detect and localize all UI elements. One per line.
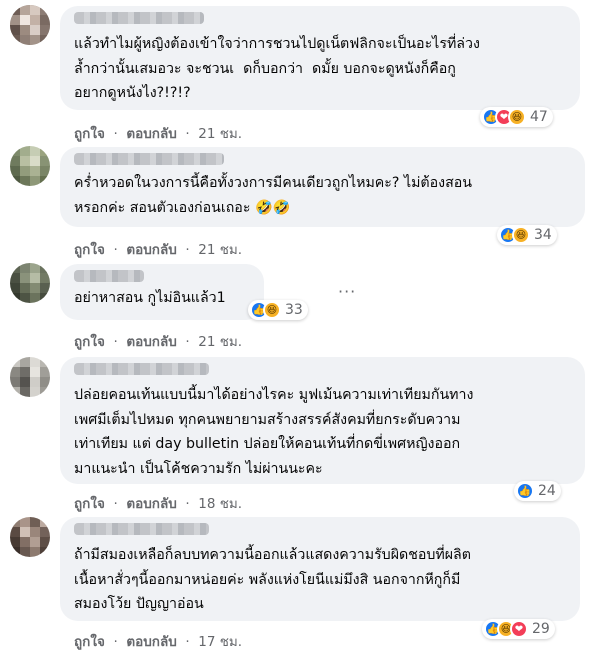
- comment-bubble: คร่ำหวอดในวงการนี้คือทั้งวงการมีคนเดียวถ…: [60, 147, 585, 227]
- reaction-count: 47: [530, 109, 548, 125]
- reaction-count: 34: [534, 227, 552, 243]
- avatar[interactable]: [10, 5, 50, 45]
- avatar[interactable]: [10, 146, 50, 186]
- timestamp[interactable]: 21 ชม.: [198, 334, 242, 350]
- reaction-summary[interactable]: 👍 😆 34: [497, 225, 557, 245]
- reply-button[interactable]: ตอบกลับ: [126, 496, 176, 512]
- author-name-redacted[interactable]: [74, 363, 209, 375]
- author-name-redacted[interactable]: [74, 12, 204, 24]
- comment-text: คร่ำหวอดในวงการนี้คือทั้งวงการมีคนเดียวถ…: [74, 175, 472, 216]
- comment-actions: ถูกใจ · ตอบกลับ · 21 ชม.: [74, 126, 243, 142]
- comment-text: แล้วทำไมผู้หญิงต้องเข้าใจว่าการชวนไปดูเน…: [74, 36, 480, 101]
- reaction-count: 29: [532, 621, 550, 637]
- reaction-count: 33: [285, 302, 303, 318]
- reaction-summary[interactable]: 👍 😆 ❤ 29: [482, 619, 555, 639]
- comment-bubble: แล้วทำไมผู้หญิงต้องเข้าใจว่าการชวนไปดูเน…: [60, 6, 580, 110]
- reply-button[interactable]: ตอบกลับ: [126, 126, 176, 142]
- reaction-summary[interactable]: 👍 24: [514, 481, 561, 501]
- author-name-redacted[interactable]: [74, 523, 209, 535]
- comment-bubble: อย่าหาสอน กูไม่อินแล้ว1: [60, 264, 264, 320]
- avatar[interactable]: [10, 517, 50, 557]
- comment-text: อย่าหาสอน กูไม่อินแล้ว1: [74, 290, 226, 306]
- comment-bubble: ถ้ามีสมองเหลือก็ลบบทความนี้ออกแล้วแสดงคว…: [60, 517, 580, 621]
- timestamp[interactable]: 17 ชม.: [198, 634, 242, 650]
- reply-button[interactable]: ตอบกลับ: [126, 334, 176, 350]
- haha-icon: 😆: [508, 108, 526, 126]
- comment-actions: ถูกใจ · ตอบกลับ · 17 ชม.: [74, 634, 243, 650]
- more-options-icon[interactable]: ···: [338, 282, 356, 301]
- comment-actions: ถูกใจ · ตอบกลับ · 21 ชม.: [74, 242, 243, 258]
- comment-text: ปล่อยคอนเท้นแบบนี้มาได้อย่างไรคะ มูฟเม้น…: [74, 387, 474, 477]
- like-button[interactable]: ถูกใจ: [74, 126, 105, 142]
- reply-button[interactable]: ตอบกลับ: [126, 242, 176, 258]
- like-button[interactable]: ถูกใจ: [74, 496, 105, 512]
- reaction-summary[interactable]: 👍 😆 33: [248, 300, 308, 320]
- haha-icon: 😆: [263, 301, 281, 319]
- comment-text: ถ้ามีสมองเหลือก็ลบบทความนี้ออกแล้วแสดงคว…: [74, 547, 471, 612]
- author-name-redacted[interactable]: [74, 153, 224, 165]
- timestamp[interactable]: 21 ชม.: [198, 242, 242, 258]
- reaction-summary[interactable]: 👍 ❤ 😆 47: [480, 107, 553, 127]
- like-icon: 👍: [516, 482, 534, 500]
- haha-icon: 😆: [512, 226, 530, 244]
- author-name-redacted[interactable]: [74, 270, 144, 282]
- timestamp[interactable]: 21 ชม.: [198, 126, 242, 142]
- reply-button[interactable]: ตอบกลับ: [126, 634, 176, 650]
- avatar[interactable]: [10, 357, 50, 397]
- comment-bubble: ปล่อยคอนเท้นแบบนี้มาได้อย่างไรคะ มูฟเม้น…: [60, 357, 585, 484]
- timestamp[interactable]: 18 ชม.: [198, 496, 242, 512]
- comment-actions: ถูกใจ · ตอบกลับ · 21 ชม.: [74, 334, 243, 350]
- like-button[interactable]: ถูกใจ: [74, 242, 105, 258]
- like-button[interactable]: ถูกใจ: [74, 634, 105, 650]
- avatar[interactable]: [10, 263, 50, 303]
- love-icon: ❤: [510, 620, 528, 638]
- like-button[interactable]: ถูกใจ: [74, 334, 105, 350]
- reaction-count: 24: [538, 483, 556, 499]
- comment-actions: ถูกใจ · ตอบกลับ · 18 ชม.: [74, 496, 243, 512]
